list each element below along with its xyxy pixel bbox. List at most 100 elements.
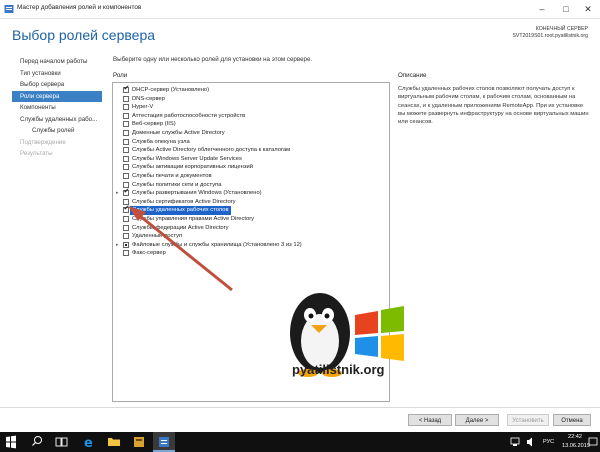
role-checkbox[interactable] [123,216,129,222]
instruction-text: Выберите одну или несколько ролей для ус… [113,56,313,63]
edge-browser-icon[interactable]: e [78,432,100,452]
role-item[interactable]: Веб-сервер (IIS) [113,120,389,129]
install-button[interactable]: Установить [507,414,549,426]
role-item[interactable]: Аттестация работоспособности устройств [113,112,389,121]
role-checkbox[interactable] [123,205,129,214]
window-title: Мастер добавления ролей и компонентов [17,4,142,11]
search-icon[interactable] [26,432,48,452]
role-item[interactable]: Службы управления правами Active Directo… [113,215,389,224]
nav-item[interactable]: Службы удаленных рабо... [12,114,102,126]
svg-text:e: e [84,436,93,451]
role-checkbox[interactable] [123,164,129,171]
watermark-text: pyatilistnik.org [292,362,385,377]
nav-item[interactable]: Службы ролей [12,125,102,137]
role-item[interactable]: Службы сертификатов Active Directory [113,198,389,207]
wizard-nav: Перед началом работы Тип установки Выбор с… [12,56,102,160]
role-item[interactable]: Служба опекуна узла [113,138,389,147]
role-checkbox[interactable] [123,112,129,119]
role-label: DHCP-сервер (Установлено) [132,87,210,93]
role-item[interactable]: Службы Active Directory облегченного дос… [113,146,389,155]
role-checkbox[interactable] [123,198,129,205]
role-checkbox[interactable] [123,85,129,93]
task-view-icon[interactable] [50,432,72,452]
expand-arrow-icon[interactable]: ▸ [116,189,119,198]
destination-server-label: КОНЕЧНЫЙ СЕРВЕР [535,26,588,32]
role-checkbox[interactable] [123,224,129,231]
wizard-taskbar-icon[interactable] [153,432,175,452]
input-language[interactable]: РУС [543,439,554,445]
role-label: Аттестация работоспособности устройств [132,112,246,119]
role-item[interactable]: Службы политики сети и доступа [113,181,389,190]
nav-item[interactable]: Перед началом работы [12,56,102,68]
role-checkbox[interactable] [123,95,129,102]
maximize-button[interactable]: □ [554,0,578,18]
minimize-button[interactable]: – [530,0,554,18]
role-item[interactable]: Службы Windows Server Update Services [113,155,389,164]
role-item[interactable]: DNS-сервер [113,95,389,104]
wizard-window: Мастер добавления ролей и компонентов – … [0,0,600,432]
close-button[interactable]: ✕ [576,0,600,18]
role-item[interactable]: Службы печати и документов [113,172,389,181]
nav-item[interactable]: Компоненты [12,102,102,114]
role-item[interactable]: Службы активации корпоративных лицензий [113,163,389,172]
role-item[interactable]: Факс-сервер [113,249,389,258]
role-item[interactable]: Удаленный доступ [113,232,389,241]
cancel-button[interactable]: Отмена [553,414,591,426]
nav-item[interactable]: Выбор сервера [12,79,102,91]
role-checkbox[interactable] [123,181,129,188]
role-label: Удаленный доступ [132,233,183,240]
nav-item[interactable]: Роли сервера [12,90,102,102]
role-item[interactable]: Hyper-V [113,103,389,112]
role-label: Службы печати и документов [132,173,212,179]
role-checkbox[interactable] [123,147,129,154]
role-item[interactable]: Службы удаленных рабочих столов [113,205,389,215]
role-label: Службы политики сети и доступа [132,181,222,188]
volume-icon[interactable] [520,432,542,452]
role-label: Службы Active Directory облегченного дос… [132,147,291,154]
role-item[interactable]: Службы федерации Active Directory [113,224,389,233]
nav-item: Подтверждение [20,138,66,146]
role-item[interactable]: Доменные службы Active Directory [113,129,389,138]
role-label: Файловые службы и службы хранилища (Уста… [132,241,302,248]
back-button[interactable]: < Назад [408,414,452,426]
next-button[interactable]: Далее > [455,414,499,426]
role-checkbox[interactable] [123,138,129,145]
server-manager-icon [4,5,14,13]
role-label: Службы удаленных рабочих столов [130,206,231,215]
role-label: Доменные службы Active Directory [132,130,225,136]
role-checkbox[interactable] [123,241,129,248]
nav-item[interactable]: Тип установки [12,68,102,80]
role-checkbox[interactable] [123,250,129,257]
role-label: DNS-сервер [132,95,165,102]
role-checkbox[interactable] [123,188,129,197]
role-checkbox[interactable] [123,104,129,111]
role-item[interactable]: ▸ Файловые службы и службы хранилища (Уст… [113,241,389,250]
role-checkbox[interactable] [123,233,129,240]
expand-arrow-icon[interactable]: ▸ [116,241,119,250]
destination-server: КОНЕЧНЫЙ СЕРВЕР SVT2019S01.root.pyatilis… [512,26,588,40]
role-checkbox[interactable] [123,130,129,136]
role-label: Служба опекуна узла [132,138,190,145]
role-checkbox[interactable] [123,155,129,162]
windows-logo [355,306,404,361]
role-item[interactable]: DHCP-сервер (Установлено) [113,85,389,95]
destination-server-name: SVT2019S01.root.pyatilistnik.org [512,33,588,39]
nav-item: Результаты [20,150,53,157]
server-manager-taskbar-icon[interactable] [128,432,150,452]
start-windows-icon[interactable] [0,432,22,452]
role-label: Службы развертывания Windows (Установлен… [132,190,262,197]
file-explorer-icon[interactable] [103,432,125,452]
role-label: Службы Windows Server Update Services [132,155,242,162]
role-label: Факс-сервер [132,250,166,257]
footer-separator [0,407,600,408]
role-checkbox[interactable] [123,173,129,179]
roles-label: Роли [113,72,128,79]
role-checkbox[interactable] [123,121,129,128]
description-label: Описание [398,72,427,79]
role-label: Службы управления правами Active Directo… [132,216,255,222]
clock-time[interactable]: 22:42 [568,434,582,440]
role-item[interactable]: ▸ Службы развертывания Windows (Установле… [113,188,389,198]
page-title: Выбор ролей сервера [12,27,156,43]
role-label: Hyper-V [132,104,154,111]
notifications-icon[interactable] [586,432,600,452]
